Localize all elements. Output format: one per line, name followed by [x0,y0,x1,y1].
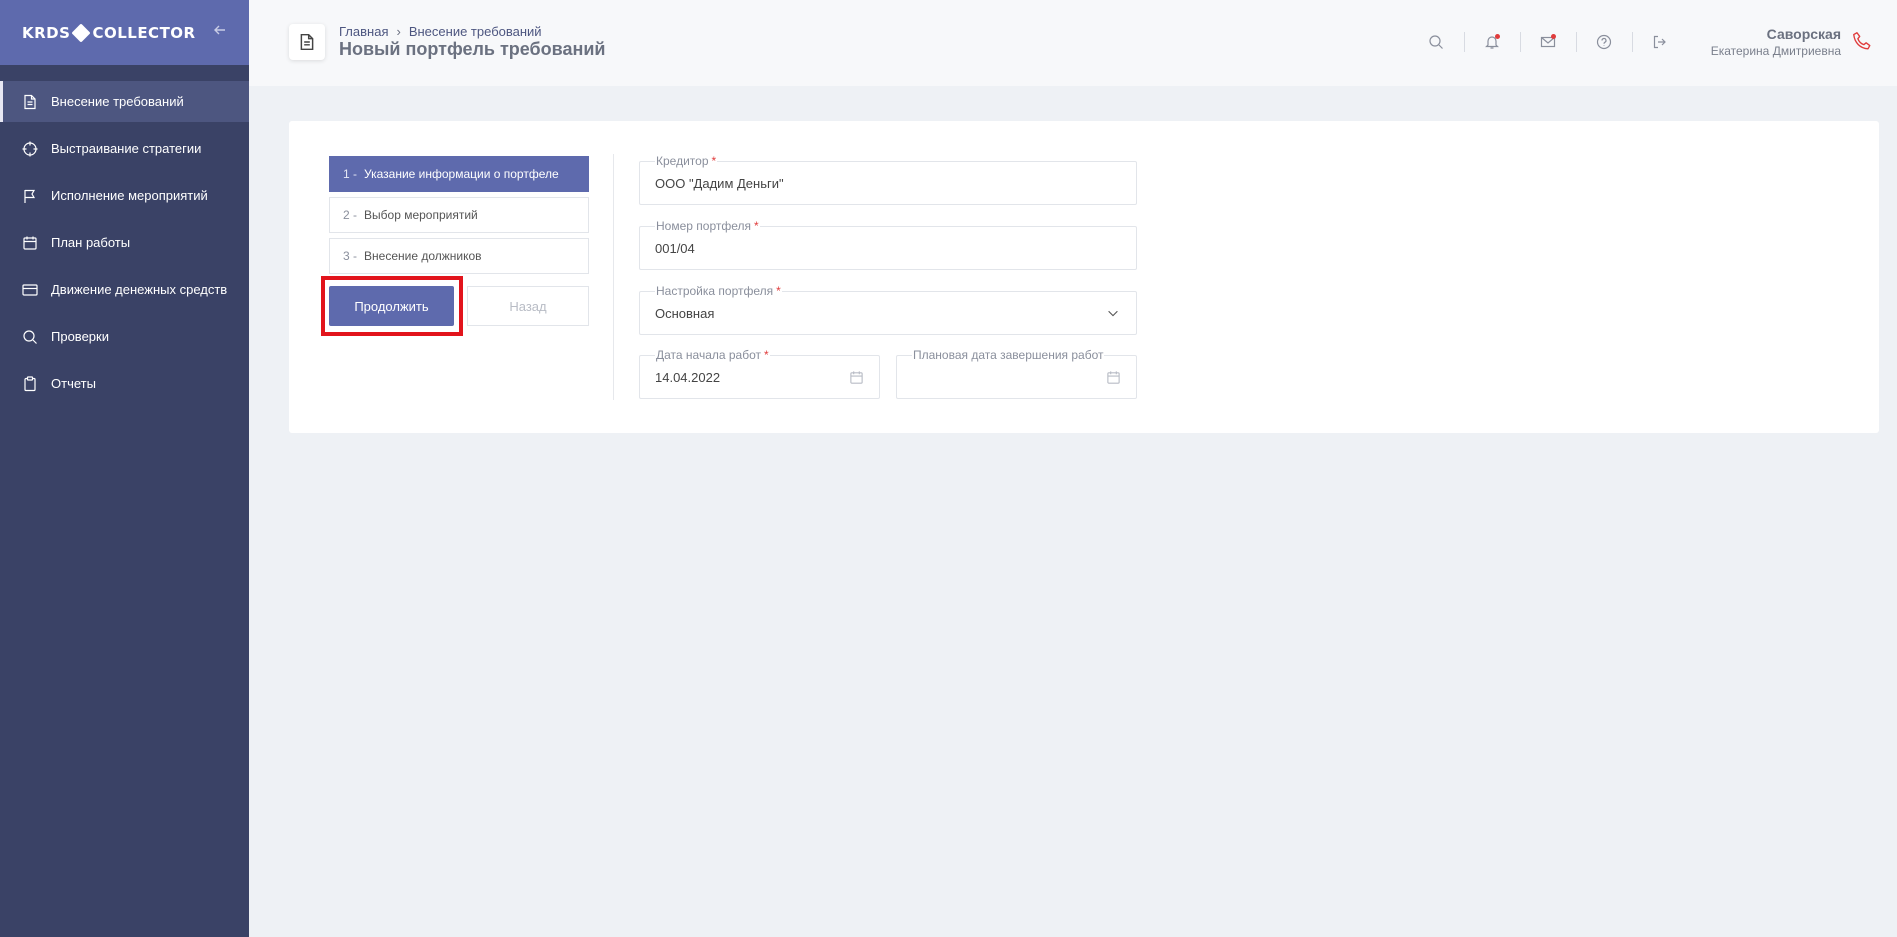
user-last-name: Саворская [1766,26,1841,42]
end-date-label: Плановая дата завершения работ [912,348,1105,362]
sidebar-item-cash-flow[interactable]: Движение денежных средств [0,269,249,310]
phone-icon[interactable] [1851,30,1875,54]
sidebar-item-checks[interactable]: Проверки [0,316,249,357]
portfolio-form-card: 1 - Указание информации о портфеле 2 - В… [289,121,1879,433]
breadcrumb-separator: › [396,24,401,39]
logo-cube-icon [71,22,91,43]
search-icon[interactable] [1422,28,1450,56]
creditor-value: ООО "Дадим Деньги" [655,176,784,191]
step-number: 3 - [343,249,358,263]
sidebar-item-label: Движение денежных средств [51,282,228,297]
back-button[interactable]: Назад [467,286,589,326]
breadcrumb-home[interactable]: Главная [339,24,388,39]
creditor-label: Кредитор * [655,154,718,168]
target-icon [22,141,38,157]
portfolio-setting-select[interactable]: Настройка портфеля * Основная [639,284,1137,335]
required-mark: * [764,348,769,362]
help-icon[interactable] [1590,28,1618,56]
step-label: Внесение должников [364,249,482,263]
sidebar-item-activities[interactable]: Исполнение мероприятий [0,175,249,216]
portfolio-number-value: 001/04 [655,241,695,256]
sidebar-item-reports[interactable]: Отчеты [0,363,249,404]
header-divider [1632,32,1633,52]
user-info[interactable]: Саворская Екатерина Дмитриевна [1711,26,1841,58]
chevron-down-icon[interactable] [1106,306,1122,322]
document-icon [22,94,38,110]
sidebar-item-label: План работы [51,235,131,250]
start-date-label: Дата начала работ * [655,348,770,362]
sidebar-item-strategy[interactable]: Выстраивание стратегии [0,128,249,169]
required-mark: * [711,154,717,168]
portfolio-setting-value: Основная [655,306,715,321]
header-divider [1464,32,1465,52]
required-mark: * [754,219,759,233]
credit-card-icon [22,282,38,298]
calendar-icon[interactable] [849,370,865,386]
logo-left-text: KRDS [22,23,71,42]
user-first-names: Екатерина Дмитриевна [1710,44,1841,58]
start-date-value: 14.04.2022 [655,370,721,385]
clipboard-icon [22,375,38,392]
sidebar: KRDS COLLECTOR Внесение требований Выстр… [0,0,249,937]
step-portfolio-info[interactable]: 1 - Указание информации о портфеле [329,156,589,192]
sidebar-item-label: Внесение требований [51,94,184,109]
sidebar-item-claims[interactable]: Внесение требований [0,81,249,122]
logo[interactable]: KRDS COLLECTOR [22,22,196,43]
logo-right-text: COLLECTOR [92,23,196,42]
step-number: 1 - [343,167,358,181]
step-label: Выбор мероприятий [364,208,478,222]
end-date-field[interactable]: Плановая дата завершения работ [896,348,1137,399]
sidebar-nav: Внесение требований Выстраивание стратег… [0,81,249,404]
sidebar-header: KRDS COLLECTOR [0,0,249,65]
breadcrumb: Главная › Внесение требований [339,24,542,39]
sidebar-item-label: Отчеты [51,376,96,391]
collapse-sidebar-icon[interactable] [213,23,227,42]
required-mark: * [776,284,781,298]
sidebar-item-work-plan[interactable]: План работы [0,222,249,263]
message-dot [1551,34,1556,39]
portfolio-number-label: Номер портфеля * [655,219,760,233]
sidebar-item-label: Выстраивание стратегии [51,141,202,156]
logout-icon[interactable] [1646,28,1674,56]
page-title: Новый портфель требований [339,39,606,59]
header-divider [1520,32,1521,52]
highlight-box [321,276,463,336]
search-icon [22,329,38,345]
step-number: 2 - [343,208,358,222]
step-add-debtors[interactable]: 3 - Внесение должников [329,238,589,274]
bell-icon[interactable] [1478,28,1506,56]
sidebar-item-label: Проверки [51,329,109,344]
creditor-field[interactable]: Кредитор * ООО "Дадим Деньги" [639,154,1137,205]
notification-dot [1495,34,1500,39]
calendar-icon [22,235,38,251]
mail-icon[interactable] [1534,28,1562,56]
step-label: Указание информации о портфеле [364,167,559,181]
flag-icon [22,188,38,204]
step-select-activities[interactable]: 2 - Выбор мероприятий [329,197,589,233]
breadcrumb-current[interactable]: Внесение требований [409,24,542,39]
start-date-field[interactable]: Дата начала работ * 14.04.2022 [639,348,880,399]
portfolio-setting-label: Настройка портфеля * [655,284,782,298]
portfolio-number-field[interactable]: Номер портфеля * 001/04 [639,219,1137,270]
header: Главная › Внесение требований Новый портфе… [249,0,1897,86]
sidebar-item-label: Исполнение мероприятий [51,188,208,203]
calendar-icon[interactable] [1106,370,1122,386]
vertical-divider [613,154,614,400]
page-document-icon [289,24,325,60]
header-divider [1576,32,1577,52]
